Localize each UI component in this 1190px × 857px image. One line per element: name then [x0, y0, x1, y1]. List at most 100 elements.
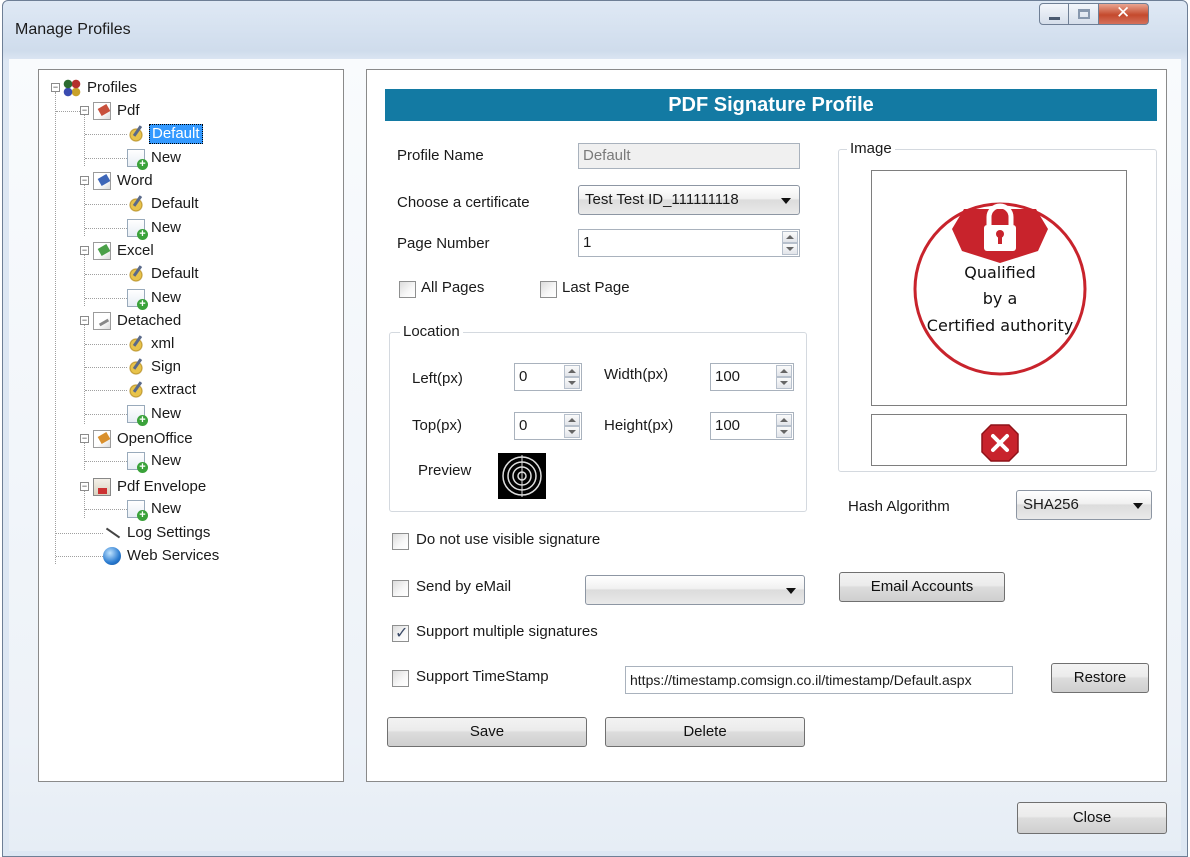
pdf-signature-profile-panel: PDF Signature Profile Profile Name Defau… — [366, 69, 1167, 782]
all-pages-checkbox[interactable] — [399, 281, 416, 298]
tree-node-label: Pdf Envelope — [117, 478, 207, 495]
stepper-up-button[interactable] — [776, 414, 792, 426]
stepper-down-button[interactable] — [564, 426, 580, 438]
tree-node-word-default[interactable]: Default — [127, 193, 201, 215]
profile-name-field[interactable]: Default — [578, 143, 800, 169]
manage-profiles-window: Manage Profiles ✕ − Profiles − Pdf Defau… — [2, 0, 1188, 857]
tree-connector — [85, 367, 127, 368]
tree-node-detached-new[interactable]: New — [127, 403, 183, 426]
stepper-down-button[interactable] — [564, 377, 580, 389]
stepper-up-button[interactable] — [776, 365, 792, 377]
tree-node-label: Word — [117, 172, 153, 189]
pen-seal-icon — [127, 358, 145, 376]
timestamp-url-field[interactable]: https://timestamp.comsign.co.il/timestam… — [625, 666, 1013, 694]
new-profile-icon — [127, 405, 148, 426]
collapse-toggle[interactable]: − — [80, 316, 89, 325]
send-email-label: Send by eMail — [416, 578, 512, 595]
tree-node-word-new[interactable]: New — [127, 217, 183, 240]
stepper-up-button[interactable] — [782, 231, 798, 243]
top-label: Top(px) — [412, 417, 463, 434]
page-number-stepper[interactable]: 1 — [578, 229, 800, 257]
dialog-client-area: − Profiles − Pdf Default New — [9, 59, 1181, 851]
profiles-group-icon — [63, 79, 81, 97]
tree-node-pdf-new[interactable]: New — [127, 147, 183, 170]
tree-connector — [84, 324, 85, 424]
left-value: 0 — [519, 368, 528, 385]
profiles-tree[interactable]: − Profiles − Pdf Default New — [38, 69, 344, 782]
tree-node-detached[interactable]: Detached — [93, 310, 183, 332]
stepper-up-button[interactable] — [564, 365, 580, 377]
excel-document-icon — [93, 242, 111, 260]
tree-node-pdf-envelope-new[interactable]: New — [127, 498, 183, 521]
stepper-down-button[interactable] — [776, 426, 792, 438]
width-stepper[interactable]: 100 — [710, 363, 794, 391]
tree-node-detached-sign[interactable]: Sign — [127, 356, 183, 378]
height-value: 100 — [715, 417, 741, 434]
stamp-text-line2: by a — [982, 289, 1018, 308]
tree-node-openoffice[interactable]: OpenOffice — [93, 428, 195, 450]
tree-node-excel-new[interactable]: New — [127, 287, 183, 310]
close-window-button[interactable]: ✕ — [1099, 3, 1149, 25]
tree-node-word[interactable]: Word — [93, 170, 155, 192]
location-group: Location Left(px) 0 Width(px) 100 Top(px… — [389, 323, 807, 512]
tree-node-label: Profiles — [87, 79, 138, 96]
restore-button[interactable]: Restore — [1051, 663, 1149, 693]
collapse-toggle[interactable]: − — [80, 434, 89, 443]
tree-node-pdf[interactable]: Pdf — [93, 100, 142, 122]
certificate-dropdown[interactable]: Test Test ID_111111118 — [578, 185, 800, 215]
tree-node-pdf-default[interactable]: Default — [127, 123, 203, 145]
tree-connector — [56, 533, 103, 534]
tree-node-label: Pdf — [117, 102, 140, 119]
preview-label: Preview — [418, 462, 472, 479]
collapse-toggle[interactable]: − — [80, 106, 89, 115]
certificate-label: Choose a certificate — [397, 194, 530, 211]
tree-node-detached-xml[interactable]: xml — [127, 333, 176, 355]
multiple-signatures-label: Support multiple signatures — [416, 623, 598, 640]
email-accounts-button[interactable]: Email Accounts — [839, 572, 1005, 602]
stepper-down-button[interactable] — [782, 243, 798, 255]
last-page-checkbox[interactable] — [540, 281, 557, 298]
collapse-toggle[interactable]: − — [80, 176, 89, 185]
pen-seal-icon — [127, 265, 145, 283]
email-account-dropdown[interactable] — [585, 575, 805, 605]
collapse-toggle[interactable]: − — [80, 246, 89, 255]
stepper-down-button[interactable] — [776, 377, 792, 389]
tree-node-pdf-envelope[interactable]: Pdf Envelope — [93, 476, 208, 498]
tree-node-log-settings[interactable]: Log Settings — [103, 522, 212, 544]
timestamp-checkbox[interactable] — [392, 670, 409, 687]
collapse-toggle[interactable]: − — [80, 482, 89, 491]
tree-node-excel[interactable]: Excel — [93, 240, 156, 262]
no-visible-signature-checkbox[interactable] — [392, 533, 409, 550]
preview-thumbnail[interactable] — [498, 453, 546, 499]
multiple-signatures-checkbox[interactable] — [392, 623, 409, 643]
tree-node-label: extract — [151, 381, 197, 398]
delete-button[interactable]: Delete — [605, 717, 805, 747]
tree-node-label: xml — [151, 335, 175, 352]
close-button[interactable]: Close — [1017, 802, 1167, 834]
save-button[interactable]: Save — [387, 717, 587, 747]
word-document-icon — [93, 172, 111, 190]
tree-root-profiles[interactable]: Profiles — [63, 77, 139, 99]
tree-node-detached-extract[interactable]: extract — [127, 379, 198, 401]
collapse-toggle[interactable]: − — [51, 83, 60, 92]
tree-node-openoffice-new[interactable]: New — [127, 450, 183, 473]
tree-connector — [85, 461, 127, 462]
title-bar[interactable]: Manage Profiles ✕ — [3, 1, 1187, 59]
send-email-checkbox[interactable] — [392, 580, 409, 597]
left-stepper[interactable]: 0 — [514, 363, 582, 391]
height-stepper[interactable]: 100 — [710, 412, 794, 440]
stepper-up-button[interactable] — [564, 414, 580, 426]
no-visible-signature-label: Do not use visible signature — [416, 531, 601, 548]
chevron-down-icon — [781, 198, 791, 204]
tree-connector — [56, 556, 103, 557]
signature-image-box[interactable]: Qualified by a Certified authority — [871, 170, 1127, 406]
remove-image-button[interactable] — [871, 414, 1127, 466]
hash-algorithm-dropdown[interactable]: SHA256 — [1016, 490, 1152, 520]
top-stepper[interactable]: 0 — [514, 412, 582, 440]
tree-connector — [55, 92, 56, 564]
minimize-button[interactable] — [1039, 3, 1069, 25]
tree-node-excel-default[interactable]: Default — [127, 263, 201, 285]
log-settings-icon — [103, 524, 121, 542]
maximize-button[interactable] — [1069, 3, 1099, 25]
tree-node-web-services[interactable]: Web Services — [103, 545, 221, 567]
